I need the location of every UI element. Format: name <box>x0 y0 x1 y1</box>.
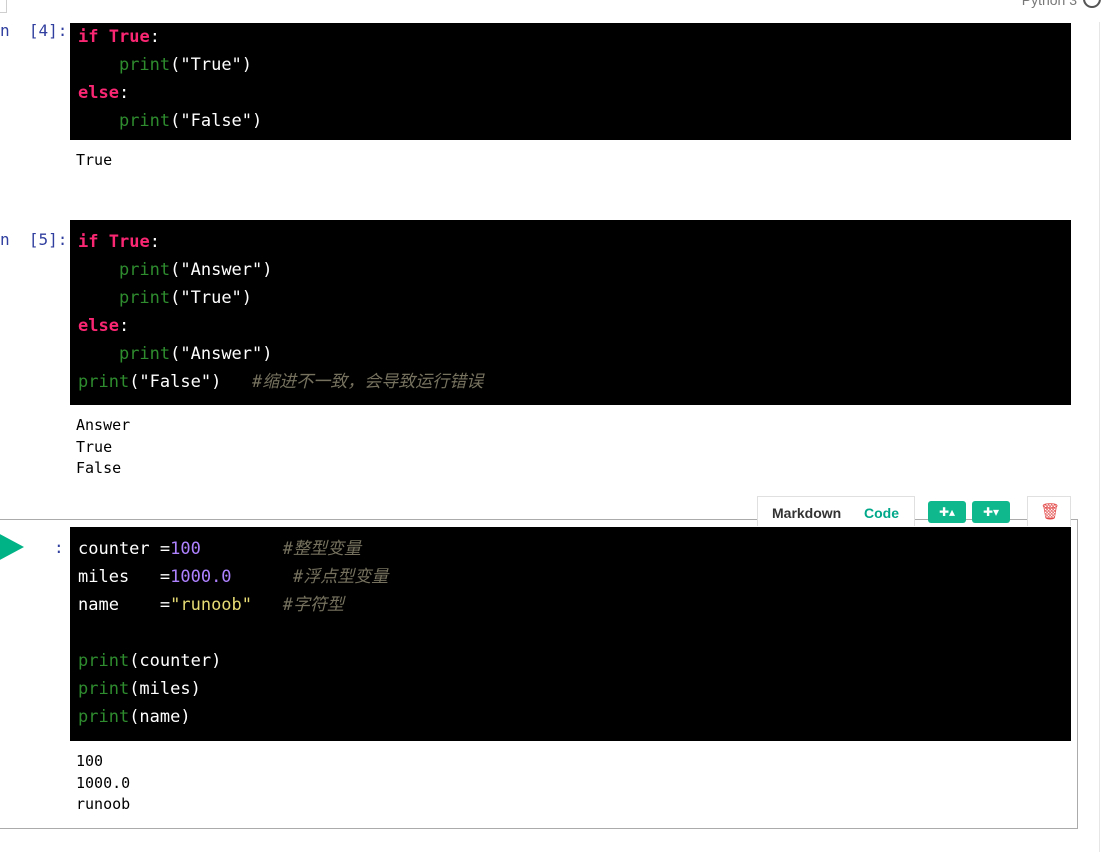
code-text: ("False") <box>129 372 253 392</box>
code-text: : <box>118 83 130 103</box>
cell-toolbar: Markdown Code ✚▴ ✚▾ 🗑 <box>757 496 1071 526</box>
output-line: 1000.0 <box>76 773 131 792</box>
code-line: name ="runoob" #字符型 <box>78 591 1071 619</box>
cell-prompt-5: n [5]: <box>0 230 68 249</box>
keyword-token: if <box>78 27 99 47</box>
comment-token: #字符型 <box>282 595 344 615</box>
output-line: 100 <box>76 752 104 770</box>
keyword-token: True <box>108 27 150 47</box>
code-line: print("False") <box>78 107 1071 135</box>
code-text: : <box>118 316 130 336</box>
cell-prompt-current: : <box>54 538 64 557</box>
notebook-header: Python 3 <box>0 0 1117 22</box>
code-line: print("Answer") <box>78 340 1071 368</box>
output-line: True <box>76 151 113 169</box>
code-line: miles =1000.0 #浮点型变量 <box>78 563 1071 591</box>
code-text: ("False") <box>170 111 263 131</box>
code-text: : <box>149 232 160 252</box>
cell-type-switch: Markdown Code <box>757 496 915 526</box>
code-line: counter =100 #整型变量 <box>78 535 1071 563</box>
output-line: True <box>76 437 113 456</box>
builtin-function-token: print <box>118 55 171 75</box>
output-line: False <box>76 459 122 477</box>
kernel-name[interactable]: Python 3 <box>1022 0 1077 8</box>
insert-cell-below-button[interactable]: ✚▾ <box>972 501 1010 523</box>
code-line: print("True") <box>78 284 1071 312</box>
output-line: runoob <box>76 795 131 813</box>
code-line: print("Answer") <box>78 256 1071 284</box>
number-token: 100 <box>170 539 201 559</box>
code-line: if True: <box>78 23 1071 51</box>
string-token: "runoob" <box>170 595 253 615</box>
code-line: else: <box>78 79 1071 107</box>
code-text: (counter) <box>129 651 222 671</box>
delete-cell-button[interactable]: 🗑 <box>1027 496 1071 526</box>
code-text: ("Answer") <box>170 260 273 280</box>
run-cell-icon[interactable] <box>0 533 24 561</box>
builtin-function-token: print <box>78 651 130 671</box>
builtin-function-token: print <box>118 111 171 131</box>
keyword-token: True <box>108 232 150 252</box>
builtin-function-token: print <box>78 679 130 699</box>
builtin-function-token: print <box>78 372 130 392</box>
cell-prompt-4: n [4]: <box>0 21 68 40</box>
code-text: ("True") <box>170 288 253 308</box>
code-button[interactable]: Code <box>864 505 899 521</box>
code-cell-current[interactable]: counter =100 #整型变量 miles =1000.0 #浮点型变量 na… <box>70 527 1071 741</box>
cell-output-current: 100 1000.0 runoob <box>76 751 130 816</box>
kernel-status-icon <box>1083 0 1101 8</box>
builtin-function-token: print <box>118 260 171 280</box>
builtin-function-token: print <box>78 707 130 727</box>
header-edge <box>0 0 7 13</box>
markdown-button[interactable]: Markdown <box>772 505 841 521</box>
cell-output-5: Answer True False <box>76 415 130 480</box>
keyword-token: if <box>78 232 99 252</box>
code-text: counter = <box>78 539 171 559</box>
builtin-function-token: print <box>118 344 171 364</box>
insert-cell-above-button[interactable]: ✚▴ <box>928 501 966 523</box>
vertical-scrollbar[interactable] <box>1099 22 1117 852</box>
output-line: Answer <box>76 416 131 434</box>
code-text: (name) <box>129 707 191 727</box>
code-line <box>78 619 1071 647</box>
code-line: if True: <box>78 228 1071 256</box>
trash-icon: 🗑 <box>1040 502 1061 521</box>
code-line: print("False") #缩进不一致，会导致运行错误 <box>78 368 1071 396</box>
code-line: print("True") <box>78 51 1071 79</box>
cell-output-4: True <box>76 150 112 172</box>
code-text: miles = <box>78 567 171 587</box>
code-line: print(counter) <box>78 647 1071 675</box>
code-line: print(miles) <box>78 675 1071 703</box>
code-cell-4[interactable]: if True: print("True") else: print("False… <box>70 23 1071 140</box>
number-token: 1000.0 <box>170 567 232 587</box>
code-line: print(name) <box>78 703 1071 731</box>
builtin-function-token: print <box>118 288 171 308</box>
keyword-token: else <box>78 316 119 336</box>
comment-token: #缩进不一致，会导致运行错误 <box>252 372 484 392</box>
code-text: name = <box>78 595 171 615</box>
code-text: ("Answer") <box>170 344 273 364</box>
comment-token: #浮点型变量 <box>292 567 389 587</box>
comment-token: #整型变量 <box>282 539 361 559</box>
keyword-token: else <box>78 83 119 103</box>
code-text: : <box>149 27 160 47</box>
code-cell-5[interactable]: if True: print("Answer") print("True") el… <box>70 220 1071 405</box>
code-text: ("True") <box>170 55 253 75</box>
code-line: else: <box>78 312 1071 340</box>
code-text: (miles) <box>129 679 201 699</box>
